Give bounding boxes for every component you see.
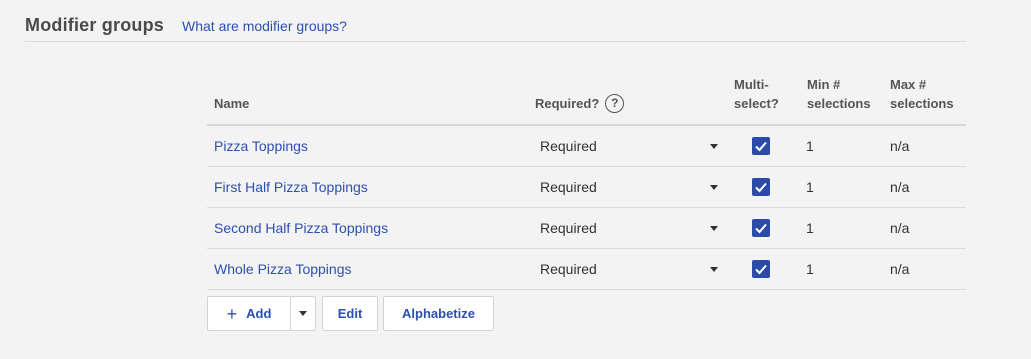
column-header-max-line2: selections bbox=[890, 96, 954, 111]
required-select-value: Required bbox=[540, 138, 597, 154]
page-header: Modifier groups What are modifier groups… bbox=[25, 14, 966, 42]
chevron-down-icon bbox=[710, 144, 718, 149]
min-selections-value: 1 bbox=[806, 261, 814, 277]
checkmark-icon bbox=[755, 264, 767, 275]
required-select-value: Required bbox=[540, 261, 597, 277]
modifier-groups-table: Name Required? ? Multi- select? Min # se… bbox=[207, 70, 966, 290]
modifier-group-link[interactable]: First Half Pizza Toppings bbox=[214, 179, 368, 196]
modifier-group-link[interactable]: Whole Pizza Toppings bbox=[214, 261, 351, 278]
table-row: Whole Pizza Toppings Required 1 n/a bbox=[207, 249, 966, 290]
checkmark-icon bbox=[755, 141, 767, 152]
min-selections-value: 1 bbox=[806, 138, 814, 154]
chevron-down-icon bbox=[710, 185, 718, 190]
column-header-multi-line1: Multi- bbox=[734, 77, 769, 92]
page-title: Modifier groups bbox=[25, 15, 164, 35]
checkmark-icon bbox=[755, 223, 767, 234]
table-row: Pizza Toppings Required 1 n/a bbox=[207, 126, 966, 167]
add-button-label: Add bbox=[246, 306, 272, 321]
plus-icon: + bbox=[226, 303, 238, 324]
multi-select-checkbox[interactable] bbox=[752, 219, 770, 237]
help-link[interactable]: What are modifier groups? bbox=[182, 18, 347, 34]
column-header-min-line1: Min # bbox=[807, 77, 841, 92]
edit-button[interactable]: Edit bbox=[322, 296, 378, 331]
column-header-required-label: Required? bbox=[535, 96, 600, 111]
help-icon[interactable]: ? bbox=[605, 94, 625, 113]
chevron-down-icon bbox=[299, 311, 307, 316]
required-select-value: Required bbox=[540, 220, 597, 236]
table-header: Name Required? ? Multi- select? Min # se… bbox=[207, 70, 966, 126]
table-row: First Half Pizza Toppings Required 1 n/a bbox=[207, 167, 966, 208]
modifier-group-link[interactable]: Pizza Toppings bbox=[214, 138, 308, 155]
add-options-button[interactable] bbox=[290, 296, 316, 331]
max-selections-value: n/a bbox=[890, 179, 910, 195]
min-selections-value: 1 bbox=[806, 220, 814, 236]
required-select-value: Required bbox=[540, 179, 597, 195]
column-header-min-selections: Min # selections bbox=[807, 75, 871, 113]
min-selections-value: 1 bbox=[806, 179, 814, 195]
required-select[interactable]: Required bbox=[540, 179, 718, 196]
alphabetize-button[interactable]: Alphabetize bbox=[383, 296, 494, 331]
column-header-min-line2: selections bbox=[807, 96, 871, 111]
column-header-multi-select: Multi- select? bbox=[734, 75, 779, 113]
column-header-name: Name bbox=[214, 96, 250, 111]
multi-select-checkbox[interactable] bbox=[752, 260, 770, 278]
column-header-multi-line2: select? bbox=[734, 96, 779, 111]
required-select[interactable]: Required bbox=[540, 220, 718, 237]
multi-select-checkbox[interactable] bbox=[752, 178, 770, 196]
column-header-max-line1: Max # bbox=[890, 77, 927, 92]
checkmark-icon bbox=[755, 182, 767, 193]
add-button[interactable]: + Add bbox=[207, 296, 291, 331]
chevron-down-icon bbox=[710, 226, 718, 231]
max-selections-value: n/a bbox=[890, 261, 910, 277]
max-selections-value: n/a bbox=[890, 220, 910, 236]
column-header-max-selections: Max # selections bbox=[890, 75, 954, 113]
modifier-group-link[interactable]: Second Half Pizza Toppings bbox=[214, 220, 388, 237]
multi-select-checkbox[interactable] bbox=[752, 137, 770, 155]
required-select[interactable]: Required bbox=[540, 138, 718, 155]
required-select[interactable]: Required bbox=[540, 261, 718, 278]
table-row: Second Half Pizza Toppings Required 1 n/… bbox=[207, 208, 966, 249]
max-selections-value: n/a bbox=[890, 138, 910, 154]
column-header-required: Required? ? bbox=[535, 94, 625, 113]
chevron-down-icon bbox=[710, 267, 718, 272]
